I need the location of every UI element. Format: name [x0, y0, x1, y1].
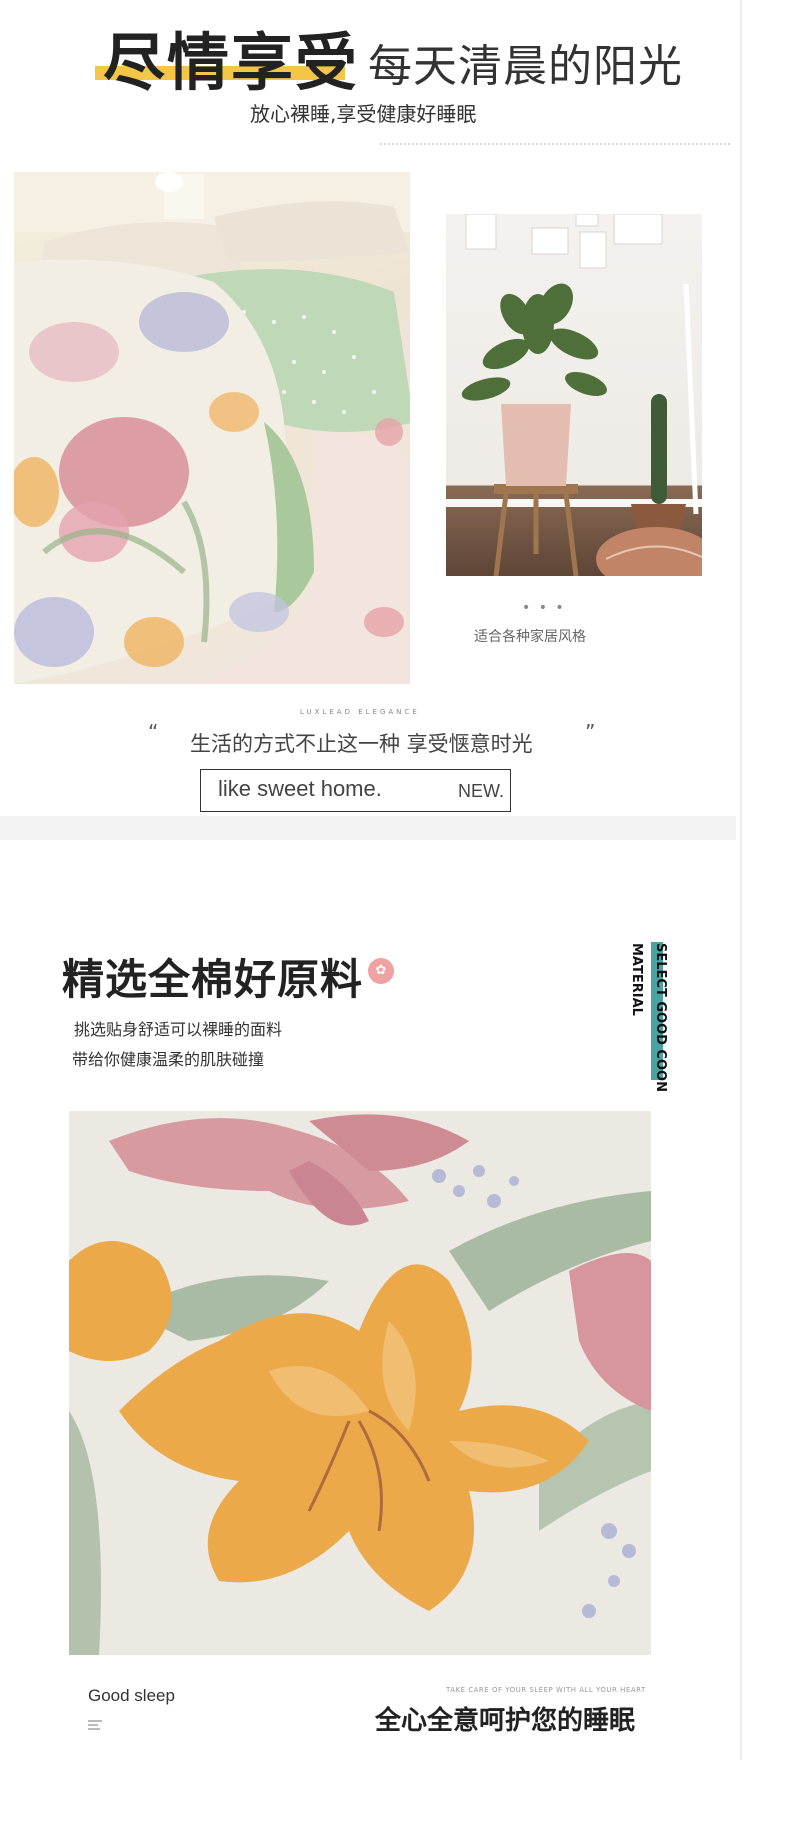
vertical-label-primary: SELECT GOOD COON [653, 943, 668, 1092]
material-line-2: 带给你健康温柔的肌肤碰撞 [72, 1050, 265, 1069]
dotted-divider [380, 143, 730, 145]
quote-open-mark: “ [148, 720, 159, 744]
take-care-tagline: TAKE CARE OF YOUR SLEEP WITH ALL YOUR HE… [446, 1686, 646, 1694]
quote-close-mark: ” [585, 720, 596, 744]
new-label: NEW. [458, 781, 505, 801]
gallery-caption: 适合各种家居风格 [474, 629, 586, 645]
material-title: 精选全棉好原料 [62, 955, 364, 1004]
luxlead-label: LUXLEAD ELEGANCE [300, 708, 420, 716]
cotton-flower-icon: ✿ [368, 958, 394, 984]
footer-title: 全心全意呵护您的睡眠 [375, 1706, 636, 1736]
section-separator [0, 816, 736, 840]
plant-interior-photo [446, 214, 702, 576]
vertical-label-secondary: MATERIAL [629, 943, 644, 1016]
material-line-1: 挑选贴身舒适可以裸睡的面料 [74, 1020, 283, 1039]
fabric-closeup-photo [69, 1111, 651, 1655]
sweet-home-text: like sweet home. [218, 776, 382, 801]
menu-lines-icon [88, 1720, 102, 1732]
header-description: 放心裸睡,享受健康好睡眠 [250, 102, 477, 126]
good-sleep-label: Good sleep [88, 1686, 175, 1705]
bedding-photo [14, 172, 410, 684]
quote-text: 生活的方式不止这一种 享受惬意时光 [190, 732, 533, 756]
page-subtitle: 每天清晨的阳光 [368, 41, 683, 92]
page-edge-divider [740, 0, 742, 1760]
page-title: 尽情享受 [103, 26, 360, 99]
caption-dots: • • • [522, 600, 566, 616]
